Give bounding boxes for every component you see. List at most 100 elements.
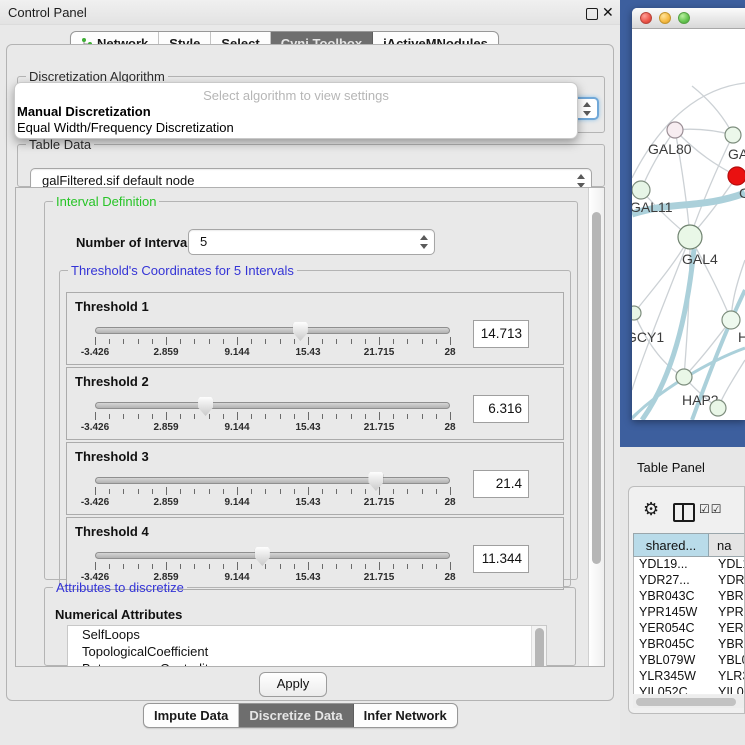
slider-track[interactable] [95, 327, 450, 334]
threshold-slider[interactable]: -3.4262.8599.14415.4321.71528 [95, 398, 450, 436]
combo-arrows-icon [583, 102, 592, 116]
slider-tick-labels: -3.4262.8599.14415.4321.71528 [95, 422, 450, 434]
network-canvas[interactable]: GAL80GACGAL11GAL4GCY1HHAP2 [632, 28, 745, 420]
table-panel-title: Table Panel [637, 460, 705, 475]
table-horizontal-scrollbar[interactable] [633, 695, 745, 708]
threshold-label: Threshold 4 [75, 524, 149, 539]
threshold-value-field[interactable]: 21.4 [473, 470, 529, 498]
table-row[interactable]: YER054CYER0 [634, 621, 745, 637]
slider-track[interactable] [95, 477, 450, 484]
table-header-row: shared... na [633, 533, 745, 557]
threshold-value-field[interactable]: 14.713 [473, 320, 529, 348]
num-intervals-combobox[interactable]: 5 [188, 229, 435, 255]
cell-shared-name: YIL052C [634, 685, 709, 694]
table-row[interactable]: YPR145WYPR1 [634, 605, 745, 621]
column-header-name[interactable]: na [709, 534, 745, 556]
network-node-label: GAL80 [648, 141, 692, 157]
zoom-traffic-light-icon[interactable] [678, 12, 690, 24]
threshold-value-field[interactable]: 6.316 [473, 395, 529, 423]
slider-ticks [95, 487, 450, 497]
table-row[interactable]: YDL19...YDL1 [634, 557, 745, 573]
algorithm-dropdown: Select algorithm to view settings Manual… [14, 82, 578, 139]
thresholds-title: Threshold's Coordinates for 5 Intervals [68, 263, 297, 278]
dropdown-option-manual[interactable]: Manual Discretization [17, 104, 151, 119]
threshold-slider[interactable]: -3.4262.8599.14415.4321.71528 [95, 323, 450, 361]
threshold-row-3: Threshold 3 -3.4262.8599.14415.4321.7152… [66, 442, 564, 515]
cell-name: YDL1 [709, 557, 745, 573]
cell-name: YPR1 [709, 605, 745, 621]
network-node[interactable] [667, 122, 683, 138]
settings-scrollpane: Interval Definition Number of Intervals … [15, 187, 605, 667]
attribute-item[interactable]: TopologicalCoefficient [68, 643, 546, 660]
network-node[interactable] [632, 306, 641, 320]
slider-track[interactable] [95, 402, 450, 409]
cell-name: YLR3 [709, 669, 745, 685]
cell-name: YBR0 [709, 589, 745, 605]
threshold-label: Threshold 2 [75, 374, 149, 389]
threshold-value-field[interactable]: 11.344 [473, 545, 529, 573]
close-icon[interactable]: ✕ [602, 4, 614, 21]
split-columns-icon[interactable] [673, 503, 695, 522]
tab-discretize-data-label: Discretize Data [249, 708, 342, 723]
network-node[interactable] [728, 167, 745, 185]
slider-track[interactable] [95, 552, 450, 559]
minimize-traffic-light-icon[interactable] [659, 12, 671, 24]
cyni-toolbox-content: Discretization Algorithm Select algorith… [6, 44, 614, 701]
network-node-label: GAL4 [682, 251, 718, 267]
cell-name: YBR0 [709, 637, 745, 653]
tab-discretize-data[interactable]: Discretize Data [239, 704, 353, 727]
tab-impute-data[interactable]: Impute Data [144, 704, 239, 727]
gear-icon[interactable]: ⚙ [643, 499, 659, 520]
scrollbar-thumb[interactable] [636, 698, 736, 706]
attribute-item[interactable]: BetweennessCentrality [68, 660, 546, 667]
checkbox-columns-icon[interactable]: ☑☑ [699, 502, 723, 516]
num-intervals-value: 5 [200, 234, 207, 249]
cell-name: YDR2 [709, 573, 745, 589]
interval-definition-title: Interval Definition [53, 194, 159, 209]
cell-name: YBL0 [709, 653, 745, 669]
cell-shared-name: YPR145W [634, 605, 709, 621]
thresholds-group: Threshold's Coordinates for 5 Intervals … [59, 263, 571, 587]
network-node[interactable] [725, 127, 741, 143]
attributes-title: Attributes to discretize [53, 580, 187, 595]
table-data-value: galFiltered.sif default node [42, 173, 194, 188]
apply-button[interactable]: Apply [259, 672, 327, 697]
table-row[interactable]: YBR043CYBR0 [634, 589, 745, 605]
network-window-titlebar [632, 8, 745, 29]
table-row[interactable]: YBR045CYBR0 [634, 637, 745, 653]
scrollbar-thumb[interactable] [592, 212, 601, 564]
attributes-scrollbar[interactable] [531, 626, 546, 667]
attributes-group: Attributes to discretize Numerical Attri… [44, 580, 576, 666]
slider-ticks [95, 412, 450, 422]
network-node[interactable] [678, 225, 702, 249]
control-panel: Control Panel ✕ Network Style Select Cyn… [0, 0, 620, 745]
table-row[interactable]: YLR345WYLR3 [634, 669, 745, 685]
scrollbar-thumb[interactable] [535, 628, 544, 667]
table-row[interactable]: YBL079WYBL0 [634, 653, 745, 669]
network-node[interactable] [722, 311, 740, 329]
network-node[interactable] [632, 181, 650, 199]
network-view-frame: GAL80GACGAL11GAL4GCY1HHAP2 [620, 0, 745, 447]
control-panel-titlebar: Control Panel ✕ [0, 0, 620, 25]
float-icon[interactable] [586, 8, 598, 20]
close-traffic-light-icon[interactable] [640, 12, 652, 24]
tab-impute-data-label: Impute Data [154, 708, 228, 723]
network-node[interactable] [676, 369, 692, 385]
table-row[interactable]: YDR27...YDR2 [634, 573, 745, 589]
network-node-label: C [739, 185, 745, 201]
settings-vertical-scrollbar[interactable] [588, 188, 604, 666]
threshold-slider[interactable]: -3.4262.8599.14415.4321.71528 [95, 473, 450, 511]
numerical-attributes-label: Numerical Attributes [55, 607, 182, 622]
tab-infer-network[interactable]: Infer Network [354, 704, 457, 727]
table-body: YDL19...YDL1 YDR27...YDR2 YBR043CYBR0 YP… [633, 557, 745, 694]
network-node-label: GAL11 [632, 199, 673, 215]
attributes-list[interactable]: SelfLoops TopologicalCoefficient Between… [67, 625, 547, 667]
network-node[interactable] [710, 400, 726, 416]
table-row[interactable]: YIL052CYIL0 [634, 685, 745, 694]
table-data-group: Table Data galFiltered.sif default node [17, 137, 605, 187]
dropdown-option-equal-width[interactable]: Equal Width/Frequency Discretization [17, 120, 234, 135]
threshold-label: Threshold 3 [75, 449, 149, 464]
column-header-shared-name[interactable]: shared... [634, 534, 709, 556]
slider-tick-labels: -3.4262.8599.14415.4321.71528 [95, 497, 450, 509]
attribute-item[interactable]: SelfLoops [68, 626, 546, 643]
